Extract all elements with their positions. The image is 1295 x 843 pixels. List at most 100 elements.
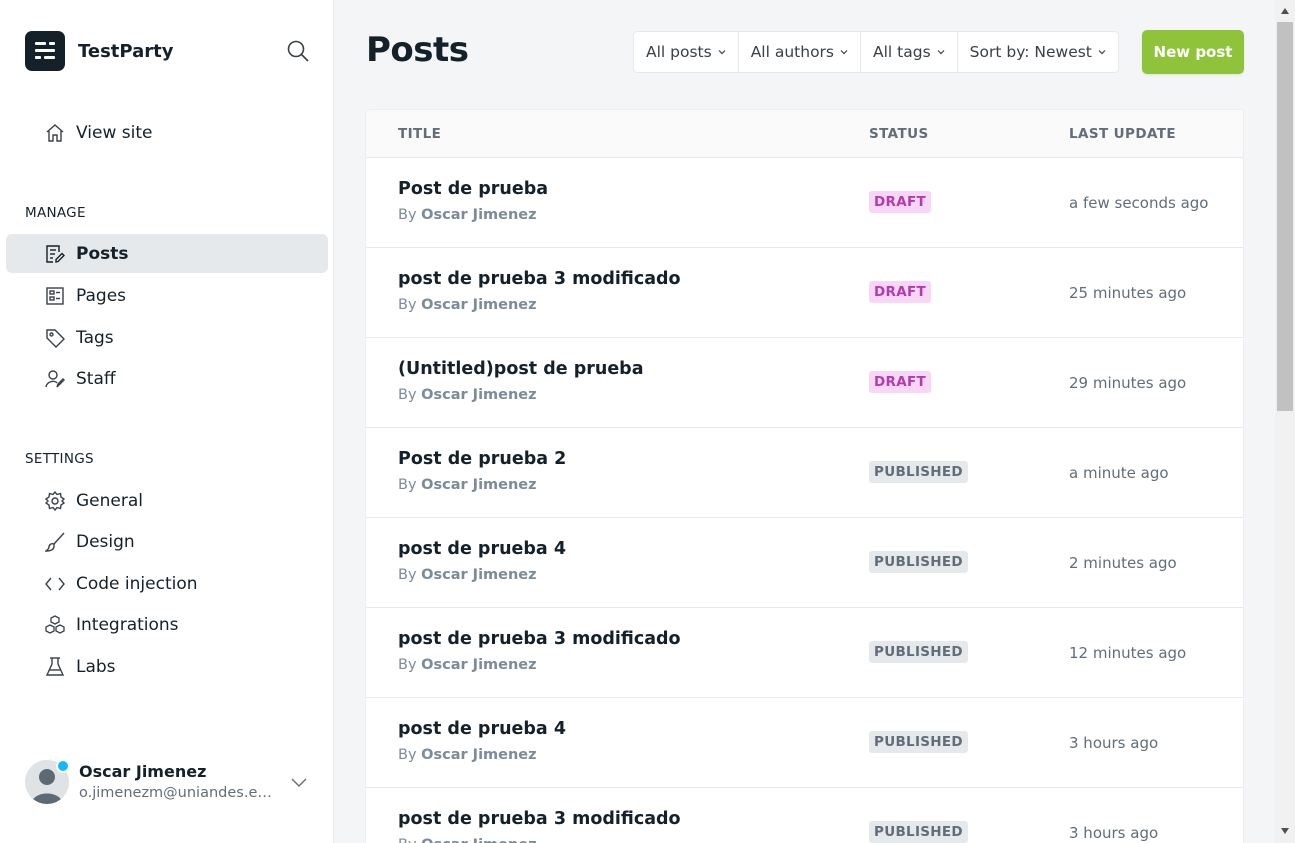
last-update: a minute ago [1069, 464, 1169, 482]
post-byline: By Oscar Jimenez [398, 747, 537, 763]
post-byline: By Oscar Jimenez [398, 837, 537, 843]
scrollbar-thumb[interactable] [1277, 22, 1293, 411]
view-site-link[interactable]: View site [6, 113, 328, 152]
last-update: a few seconds ago [1069, 194, 1209, 212]
post-byline: By Oscar Jimenez [398, 387, 537, 403]
table-header: TITLE STATUS LAST UPDATE [366, 110, 1243, 158]
page-title: Posts [366, 30, 469, 70]
filter-all-authors[interactable]: All authors [739, 32, 862, 72]
status-badge: DRAFT [869, 281, 931, 303]
status-badge: DRAFT [869, 191, 931, 213]
chevron-down-icon [840, 50, 848, 55]
post-title: (Untitled)post de prueba [398, 359, 644, 379]
sidebar-item-tags[interactable]: Tags [6, 318, 328, 357]
table-row[interactable]: post de prueba 4 By Oscar Jimenez PUBLISHE… [366, 698, 1243, 788]
byline-prefix: By [398, 387, 417, 403]
table-body: Post de prueba By Oscar Jimenez DRAFT a few… [366, 158, 1243, 843]
gear-icon [44, 490, 66, 512]
user-menu[interactable]: Oscar Jimenez o.jimenezm@uniandes.ed... [25, 759, 315, 806]
new-post-button[interactable]: New post [1142, 30, 1244, 74]
sidebar-item-design[interactable]: Design [6, 522, 328, 561]
post-title: post de prueba 3 modificado [398, 629, 681, 649]
post-byline: By Oscar Jimenez [398, 297, 537, 313]
filter-label: All tags [873, 43, 931, 61]
integrations-icon [45, 615, 65, 635]
byline-prefix: By [398, 657, 417, 673]
scroll-up-arrow-icon[interactable] [1281, 8, 1289, 14]
scroll-down-arrow-icon[interactable] [1281, 828, 1289, 834]
post-byline: By Oscar Jimenez [398, 567, 537, 583]
sidebar-item-label: Tags [76, 327, 114, 348]
filter-label: Sort by: Newest [969, 43, 1092, 61]
sidebar-item-general[interactable]: General [6, 481, 328, 520]
last-update: 25 minutes ago [1069, 284, 1187, 302]
sidebar-item-label: Design [76, 531, 135, 552]
brush-icon [44, 532, 65, 552]
sidebar-item-integrations[interactable]: Integrations [6, 605, 328, 644]
table-row[interactable]: post de prueba 4 By Oscar Jimenez PUBLISHE… [366, 518, 1243, 608]
notification-dot [56, 759, 70, 773]
sidebar-item-label: Staff [76, 368, 116, 389]
filter-label: All authors [750, 43, 835, 61]
table-row[interactable]: Post de prueba By Oscar Jimenez DRAFT a few… [366, 158, 1243, 248]
post-title: Post de prueba 2 [398, 449, 567, 469]
table-row[interactable]: (Untitled)post de prueba By Oscar Jimenez… [366, 338, 1243, 428]
chevron-down-icon [718, 50, 726, 55]
user-name: Oscar Jimenez [79, 762, 207, 781]
status-badge: PUBLISHED [869, 641, 968, 663]
status-badge: PUBLISHED [869, 731, 968, 753]
user-email: o.jimenezm@uniandes.ed... [79, 785, 279, 801]
last-update: 12 minutes ago [1069, 644, 1187, 662]
settings-heading: SETTINGS [25, 451, 94, 467]
sidebar-item-staff[interactable]: Staff [6, 359, 328, 398]
sidebar-item-label: Labs [76, 656, 116, 677]
pages-icon [45, 286, 65, 306]
post-author: Oscar Jimenez [421, 477, 537, 493]
post-title: post de prueba 3 modificado [398, 269, 681, 289]
table-row[interactable]: post de prueba 3 modificado By Oscar Jime… [366, 248, 1243, 338]
brand-logo-icon [25, 31, 65, 71]
post-filters: All posts All authors All tags Sort by: … [633, 31, 1119, 73]
post-byline: By Oscar Jimenez [398, 477, 537, 493]
brand[interactable]: TestParty [25, 31, 173, 71]
filter-sort[interactable]: Sort by: Newest [958, 32, 1118, 72]
post-title: Post de prueba [398, 179, 549, 199]
filter-all-posts[interactable]: All posts [634, 32, 739, 72]
sidebar-item-pages[interactable]: Pages [6, 276, 328, 315]
sidebar-item-posts[interactable]: Posts [6, 234, 328, 273]
chevron-down-icon [1098, 50, 1106, 55]
search-icon[interactable] [286, 39, 310, 63]
sidebar-item-labs[interactable]: Labs [6, 647, 328, 686]
post-author: Oscar Jimenez [421, 387, 537, 403]
post-author: Oscar Jimenez [421, 297, 537, 313]
byline-prefix: By [398, 207, 417, 223]
sidebar-item-label: Integrations [76, 614, 179, 635]
table-row[interactable]: post de prueba 3 modificado By Oscar Jime… [366, 608, 1243, 698]
scrollbar[interactable] [1275, 0, 1295, 843]
last-update: 2 minutes ago [1069, 554, 1177, 572]
byline-prefix: By [398, 477, 417, 493]
table-row[interactable]: Post de prueba 2 By Oscar Jimenez PUBLISHE… [366, 428, 1243, 518]
column-title: TITLE [398, 126, 442, 142]
staff-icon [45, 369, 65, 389]
post-author: Oscar Jimenez [421, 657, 537, 673]
column-last-update: LAST UPDATE [1069, 126, 1176, 142]
post-title: post de prueba 3 modificado [398, 809, 681, 829]
status-badge: PUBLISHED [869, 821, 968, 843]
sidebar-item-label: Posts [76, 243, 129, 264]
filter-all-tags[interactable]: All tags [861, 32, 958, 72]
chevron-down-icon[interactable] [289, 772, 309, 792]
chevron-down-icon [937, 50, 945, 55]
sidebar: TestParty View site MANAGE Posts Pages T… [0, 0, 334, 843]
sidebar-item-code-injection[interactable]: Code injection [6, 564, 328, 603]
sidebar-item-label: Pages [76, 285, 127, 306]
sidebar-item-label: Code injection [76, 573, 198, 594]
column-status: STATUS [869, 126, 929, 142]
status-badge: DRAFT [869, 371, 931, 393]
table-row[interactable]: post de prueba 3 modificado By Oscar Jime… [366, 788, 1243, 843]
post-title: post de prueba 4 [398, 539, 567, 559]
home-icon [45, 123, 65, 143]
last-update: 3 hours ago [1069, 824, 1159, 842]
post-byline: By Oscar Jimenez [398, 657, 537, 673]
status-badge: PUBLISHED [869, 461, 968, 483]
